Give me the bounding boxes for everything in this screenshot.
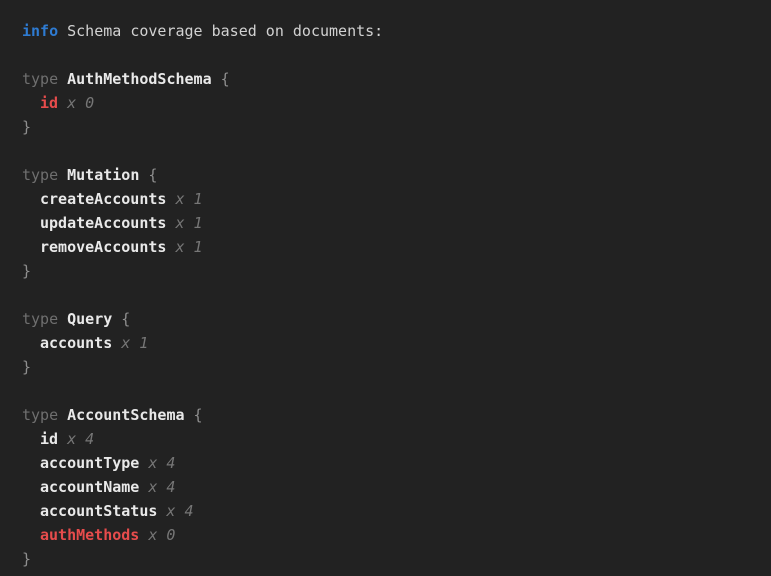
field-line: accountType x 4 — [22, 451, 761, 475]
console-output: infoSchema coverage based on documents: … — [0, 0, 771, 576]
field-lines: id x 0 — [22, 91, 761, 115]
field-line: authMethods x 0 — [22, 523, 761, 547]
field-name: authMethods — [40, 526, 139, 544]
field-usage-count: x 4 — [166, 502, 193, 520]
type-block: type AccountSchema { id x 4 accountType x 4 … — [22, 403, 761, 571]
open-brace: { — [221, 70, 230, 88]
field-name: id — [40, 430, 58, 448]
type-name: AuthMethodSchema — [67, 70, 212, 88]
close-brace: } — [22, 358, 31, 376]
type-block: type AuthMethodSchema { id x 0 } — [22, 67, 761, 139]
field-usage-count: x 1 — [175, 190, 202, 208]
field-usage-count: x 1 — [175, 238, 202, 256]
info-label: info — [22, 22, 58, 40]
type-name: AccountSchema — [67, 406, 184, 424]
field-lines: accounts x 1 — [22, 331, 761, 355]
close-brace: } — [22, 262, 31, 280]
open-brace: { — [194, 406, 203, 424]
field-usage-count: x 4 — [148, 454, 175, 472]
type-keyword: type — [22, 310, 58, 328]
field-name: createAccounts — [40, 190, 166, 208]
field-usage-count: x 1 — [175, 214, 202, 232]
field-usage-count: x 0 — [148, 526, 175, 544]
field-name: removeAccounts — [40, 238, 166, 256]
type-header-line: type Query { — [22, 307, 761, 331]
open-brace: { — [148, 166, 157, 184]
field-name: id — [40, 94, 58, 112]
type-header-line: type AuthMethodSchema { — [22, 67, 761, 91]
field-line: createAccounts x 1 — [22, 187, 761, 211]
field-line: updateAccounts x 1 — [22, 211, 761, 235]
field-line: removeAccounts x 1 — [22, 235, 761, 259]
field-lines: id x 4 accountType x 4 accountName x 4 acco… — [22, 427, 761, 547]
type-block: type Mutation { createAccounts x 1 updateAc… — [22, 163, 761, 283]
close-brace-line: } — [22, 115, 761, 139]
field-name: accounts — [40, 334, 112, 352]
info-line: info Schema coverage based on documents: — [22, 19, 761, 43]
field-usage-count: x 4 — [67, 430, 94, 448]
info-message: Schema coverage based on documents: — [67, 22, 383, 40]
field-usage-count: x 4 — [148, 478, 175, 496]
type-keyword: type — [22, 406, 58, 424]
field-name: updateAccounts — [40, 214, 166, 232]
field-name: accountStatus — [40, 502, 157, 520]
type-keyword: type — [22, 166, 58, 184]
close-brace: } — [22, 550, 31, 568]
type-block: type Query { accounts x 1 } — [22, 307, 761, 379]
close-brace-line: } — [22, 547, 761, 571]
type-header-line: type Mutation { — [22, 163, 761, 187]
field-name: accountName — [40, 478, 139, 496]
open-brace: { — [121, 310, 130, 328]
field-line: accounts x 1 — [22, 331, 761, 355]
field-line: accountStatus x 4 — [22, 499, 761, 523]
field-line: id x 4 — [22, 427, 761, 451]
close-brace-line: } — [22, 259, 761, 283]
type-header-line: type AccountSchema { — [22, 403, 761, 427]
type-name: Mutation — [67, 166, 139, 184]
field-usage-count: x 1 — [121, 334, 148, 352]
field-name: accountType — [40, 454, 139, 472]
field-lines: createAccounts x 1 updateAccounts x 1 remo… — [22, 187, 761, 259]
type-keyword: type — [22, 70, 58, 88]
close-brace-line: } — [22, 355, 761, 379]
field-usage-count: x 0 — [67, 94, 94, 112]
field-line: id x 0 — [22, 91, 761, 115]
type-blocks: type AuthMethodSchema { id x 0 } type Mutati… — [22, 67, 761, 571]
type-name: Query — [67, 310, 112, 328]
field-line: accountName x 4 — [22, 475, 761, 499]
close-brace: } — [22, 118, 31, 136]
